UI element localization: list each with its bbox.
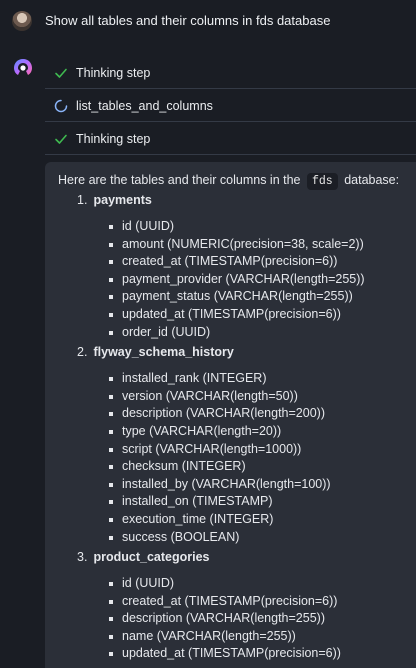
list-number: 1. xyxy=(77,193,88,207)
column-list: id (UUID) amount (NUMERIC(precision=38, … xyxy=(77,218,407,341)
table-name: payments xyxy=(93,193,152,207)
table-title: 3. product_categories xyxy=(77,548,407,566)
column-item: installed_rank (INTEGER) xyxy=(77,370,407,388)
intro-text: Here are the tables and their columns in… xyxy=(58,173,301,187)
tables-list: 1. payments id (UUID) amount (NUMERIC(pr… xyxy=(77,191,407,665)
column-item: created_at (TIMESTAMP(precision=6)) xyxy=(77,253,407,271)
column-item: payment_status (VARCHAR(length=255)) xyxy=(77,288,407,306)
checkmark-icon xyxy=(55,68,67,78)
assistant-logo-icon xyxy=(14,59,32,75)
table-section: 2. flyway_schema_history installed_rank … xyxy=(77,343,407,546)
column-item: id (UUID) xyxy=(77,218,407,236)
column-item: id (UUID) xyxy=(77,575,407,593)
column-item: order_id (UUID) xyxy=(77,324,407,342)
step-label: Thinking step xyxy=(76,65,151,80)
intro-text-suffix: database: xyxy=(344,173,400,187)
column-item: execution_time (INTEGER) xyxy=(77,511,407,529)
table-name: flyway_schema_history xyxy=(93,345,234,360)
assistant-response-panel: Here are the tables and their columns in… xyxy=(45,162,416,668)
list-number: 3. xyxy=(77,550,88,565)
column-item: updated_at (TIMESTAMP(precision=6)) xyxy=(77,645,407,663)
user-message-text: Show all tables and their columns in fds… xyxy=(45,13,331,28)
column-item: updated_at (TIMESTAMP(precision=6)) xyxy=(77,306,407,324)
table-section: 3. product_categories id (UUID) created_… xyxy=(77,548,407,663)
column-item: payment_provider (VARCHAR(length=255)) xyxy=(77,271,407,289)
checkmark-icon xyxy=(55,134,67,144)
thinking-step-2[interactable]: Thinking step xyxy=(45,123,416,155)
table-section: 1. payments id (UUID) amount (NUMERIC(pr… xyxy=(77,191,407,341)
user-message-row: Show all tables and their columns in fds… xyxy=(0,0,416,44)
column-list: id (UUID) created_at (TIMESTAMP(precisio… xyxy=(77,575,407,663)
tool-call-step[interactable]: list_tables_and_columns xyxy=(45,90,416,122)
table-name: product_categories xyxy=(93,550,210,565)
user-avatar xyxy=(12,11,32,31)
column-item: script (VARCHAR(length=1000)) xyxy=(77,441,407,459)
table-title: 2. flyway_schema_history xyxy=(77,343,407,361)
table-title: 1. payments xyxy=(77,191,407,209)
column-item: success (BOOLEAN) xyxy=(77,529,407,547)
step-label: Thinking step xyxy=(76,131,151,146)
step-label: list_tables_and_columns xyxy=(76,98,213,113)
database-name-code: fds xyxy=(306,173,338,190)
column-item: created_at (TIMESTAMP(precision=6)) xyxy=(77,593,407,611)
spinner-icon xyxy=(54,99,68,112)
column-item: description (VARCHAR(length=255)) xyxy=(77,610,407,628)
response-intro: Here are the tables and their columns in… xyxy=(58,173,399,190)
column-item: name (VARCHAR(length=255)) xyxy=(77,628,407,646)
column-item: checksum (INTEGER) xyxy=(77,458,407,476)
column-list: installed_rank (INTEGER) version (VARCHA… xyxy=(77,370,407,546)
thinking-step-1[interactable]: Thinking step xyxy=(45,57,416,89)
column-item: installed_on (TIMESTAMP) xyxy=(77,493,407,511)
list-number: 2. xyxy=(77,345,88,360)
column-item: amount (NUMERIC(precision=38, scale=2)) xyxy=(77,236,407,254)
column-item: description (VARCHAR(length=200)) xyxy=(77,405,407,423)
column-item: type (VARCHAR(length=20)) xyxy=(77,423,407,441)
column-item: installed_by (VARCHAR(length=100)) xyxy=(77,476,407,494)
column-item: version (VARCHAR(length=50)) xyxy=(77,388,407,406)
